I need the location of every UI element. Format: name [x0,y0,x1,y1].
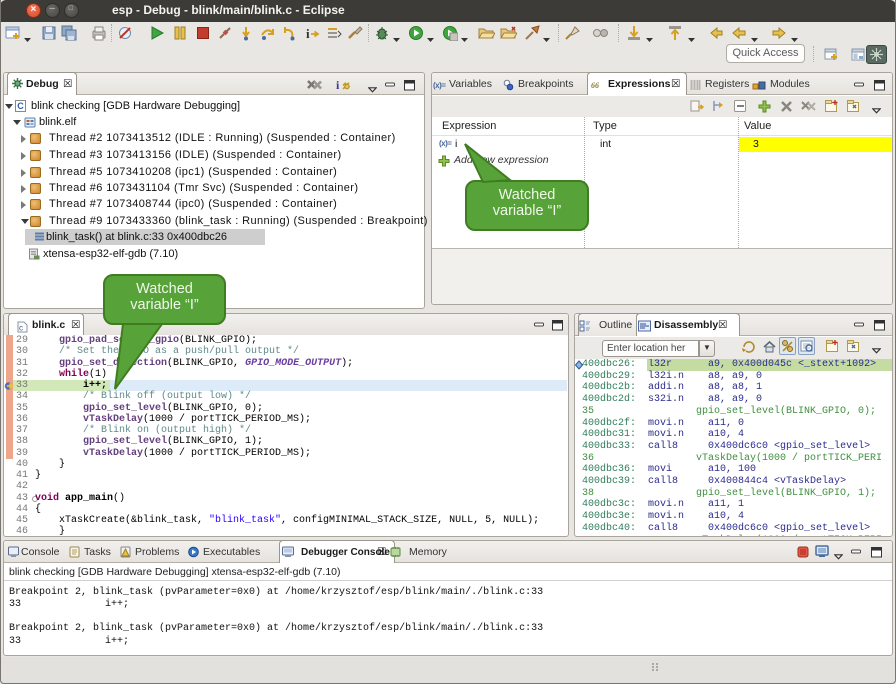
svg-text:C: C [17,101,24,111]
svg-text:i: i [306,26,310,41]
svg-text:i: i [336,78,340,92]
svg-text:c: c [19,324,23,333]
svg-text:66: 66 [591,81,599,90]
svg-text:(x)=: (x)= [433,81,446,90]
